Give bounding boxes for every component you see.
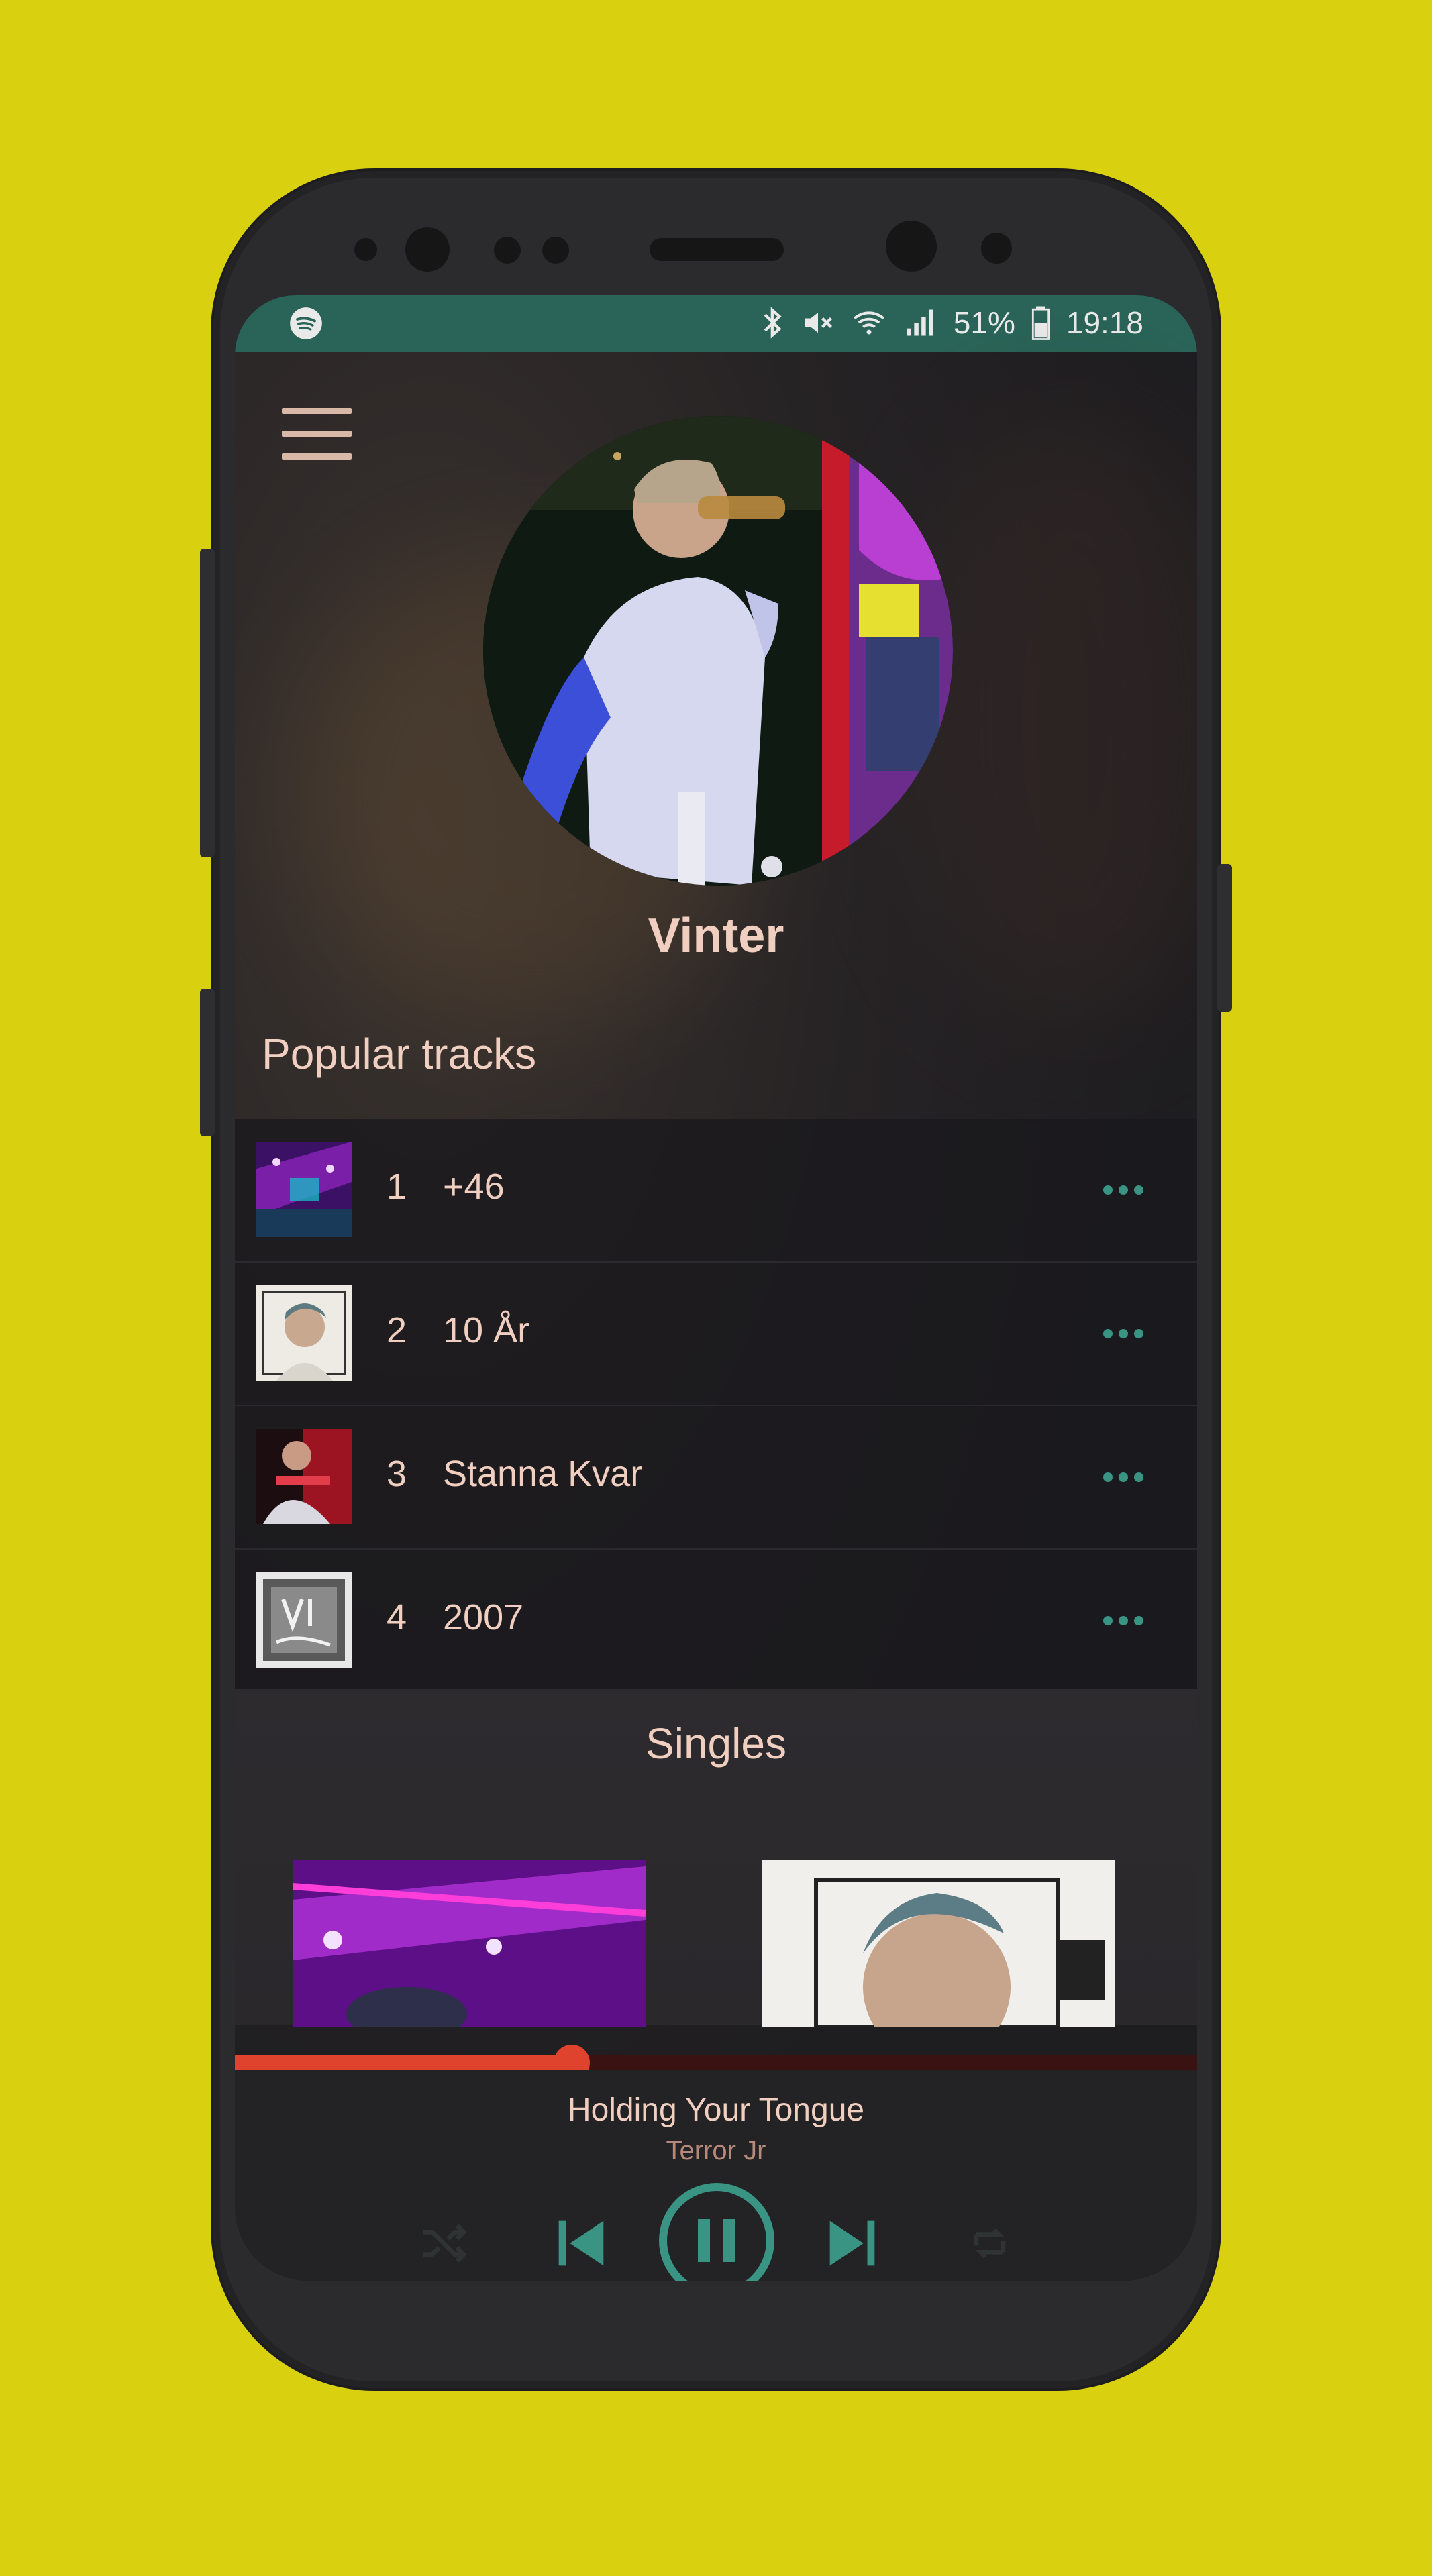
track-number: 2 [387, 1310, 407, 1350]
pause-button[interactable] [658, 2182, 776, 2281]
front-camera [405, 227, 450, 272]
previous-icon[interactable] [548, 2210, 615, 2277]
artist-page[interactable]: Vinter Popular tracks 1 +46 2 10 År 3 St… [235, 352, 1197, 2281]
volume-button [200, 549, 215, 857]
earpiece-speaker [650, 238, 784, 261]
battery-icon [1031, 306, 1050, 340]
track-cover [256, 1142, 352, 1237]
artist-name: Vinter [648, 909, 784, 963]
more-options-icon[interactable] [1090, 1316, 1157, 1350]
more-options-icon[interactable] [1090, 1603, 1157, 1637]
signal-icon [907, 309, 933, 336]
artist-photo [483, 416, 953, 885]
menu-button[interactable] [279, 408, 353, 462]
more-options-icon[interactable] [1090, 1460, 1157, 1493]
menu-icon [282, 408, 352, 414]
menu-icon-bar [282, 453, 352, 460]
status-icons: 51% 19:18 [762, 305, 1143, 341]
track-title: 10 År [443, 1310, 530, 1350]
track-title: Stanna Kvar [443, 1454, 643, 1494]
track-cover [256, 1572, 352, 1668]
progress-fill [235, 2055, 572, 2070]
track-number: 3 [387, 1454, 407, 1494]
power-button [1217, 864, 1232, 1012]
clock: 19:18 [1066, 305, 1143, 340]
sensor-dot [981, 233, 1012, 264]
now-playing-title: Holding Your Tongue [567, 2092, 865, 2128]
status-bar: 51% 19:18 [235, 295, 1197, 352]
wifi-icon [853, 311, 884, 335]
sensor-dot [354, 238, 377, 261]
now-playing-artist: Terror Jr [666, 2136, 766, 2165]
shuffle-icon[interactable] [413, 2216, 474, 2270]
spotify-icon [290, 307, 322, 339]
sensor-dot [494, 237, 521, 264]
track-row[interactable]: 2 10 År [235, 1263, 1197, 1406]
track-list: 1 +46 2 10 År 3 Stanna Kvar 4 2007 [235, 1119, 1197, 1693]
track-number: 4 [387, 1597, 407, 1638]
track-row[interactable]: 3 Stanna Kvar [235, 1406, 1197, 1550]
iris-scanner [886, 221, 937, 272]
singles-heading: Singles [646, 1719, 786, 1768]
popular-tracks-heading: Popular tracks [262, 1030, 537, 1078]
single-cover[interactable] [762, 1860, 1115, 2027]
mute-icon [805, 312, 832, 333]
track-row[interactable]: 4 2007 [235, 1550, 1197, 1693]
track-cover [256, 1429, 352, 1524]
track-cover [256, 1285, 352, 1381]
single-cover[interactable] [293, 1860, 646, 2027]
repeat-icon[interactable] [960, 2216, 1020, 2270]
bixby-button [200, 989, 215, 1136]
track-row[interactable]: 1 +46 [235, 1119, 1197, 1263]
track-number: 1 [387, 1167, 407, 1207]
bluetooth-icon [764, 307, 782, 339]
next-icon[interactable] [819, 2210, 886, 2277]
sensor-dot [542, 237, 569, 264]
menu-icon-bar [282, 431, 352, 437]
battery-percent: 51% [953, 305, 1015, 340]
screen: 51% 19:18 Vinter Popular tracks 1 +46 2 … [235, 295, 1197, 2281]
artist-avatar [483, 416, 953, 885]
track-title: +46 [443, 1167, 505, 1207]
more-options-icon[interactable] [1090, 1173, 1157, 1206]
track-title: 2007 [443, 1597, 524, 1638]
